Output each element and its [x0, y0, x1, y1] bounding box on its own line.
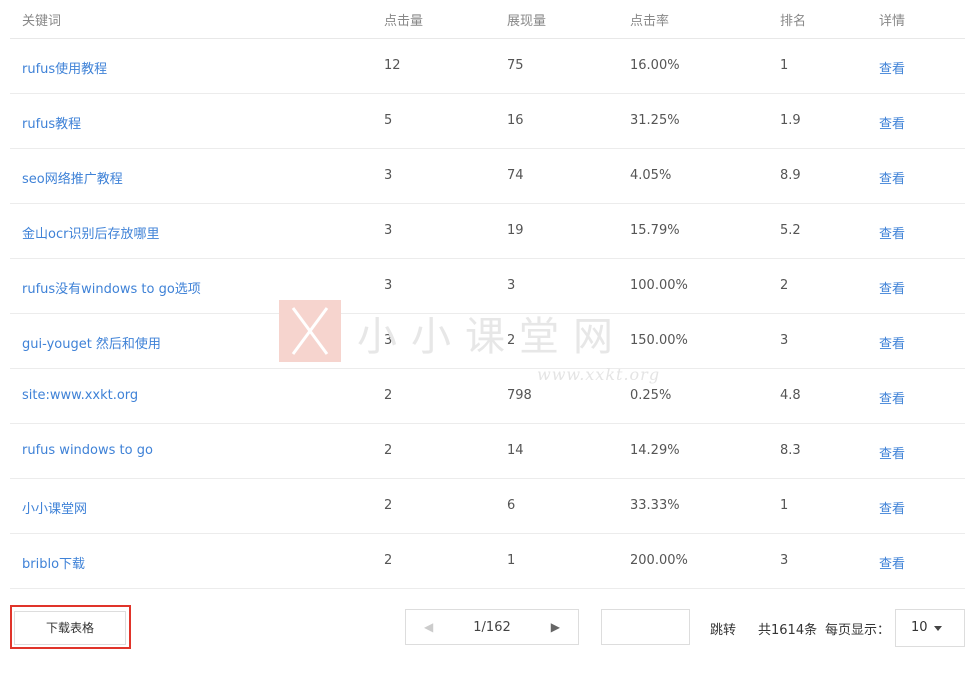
ctr-cell: 200.00% — [630, 553, 688, 568]
rank-cell: 1.9 — [780, 113, 801, 128]
header-detail: 详情 — [879, 14, 906, 29]
ctr-cell: 0.25% — [630, 388, 672, 403]
rank-cell: 8.9 — [780, 168, 801, 183]
impressions-cell: 798 — [507, 388, 532, 403]
keyword-link[interactable]: 金山ocr识别后存放哪里 — [22, 223, 159, 242]
detail-link[interactable]: 查看 — [879, 223, 905, 242]
table-row: rufus使用教程 12 75 16.00% 1 查看 — [10, 39, 965, 94]
detail-link[interactable]: 查看 — [879, 498, 905, 517]
clicks-cell: 3 — [384, 168, 393, 183]
table-row: rufus没有windows to go选项 3 3 100.00% 2 查看 — [10, 259, 965, 314]
impressions-cell: 1 — [507, 553, 516, 568]
header-impressions: 展现量 — [507, 14, 547, 29]
table-row: rufus教程 5 16 31.25% 1.9 查看 — [10, 94, 965, 149]
clicks-cell: 2 — [384, 443, 393, 458]
rank-cell: 1 — [780, 58, 789, 73]
impressions-cell: 14 — [507, 443, 524, 458]
clicks-cell: 2 — [384, 388, 393, 403]
clicks-cell: 2 — [384, 553, 393, 568]
rank-cell: 1 — [780, 498, 789, 513]
impressions-cell: 74 — [507, 168, 524, 183]
impressions-cell: 3 — [507, 278, 516, 293]
detail-link[interactable]: 查看 — [879, 58, 905, 77]
ctr-cell: 33.33% — [630, 498, 680, 513]
table-row: 小小课堂网 2 6 33.33% 1 查看 — [10, 479, 965, 534]
keyword-link[interactable]: gui-youget 然后和使用 — [22, 333, 161, 352]
ctr-cell: 100.00% — [630, 278, 688, 293]
rank-cell: 8.3 — [780, 443, 801, 458]
header-ctr: 点击率 — [630, 14, 670, 29]
keyword-link[interactable]: rufus教程 — [22, 113, 81, 132]
clicks-cell: 5 — [384, 113, 393, 128]
table-footer: 下载表格 ◀ 1/162 ▶ 跳转 共1614条 每页显示： 10 — [0, 600, 975, 660]
download-table-button[interactable]: 下载表格 — [14, 611, 126, 645]
keyword-link[interactable]: rufus使用教程 — [22, 58, 107, 77]
jump-page-input[interactable] — [601, 609, 690, 645]
table-row: seo网络推广教程 3 74 4.05% 8.9 查看 — [10, 149, 965, 204]
keyword-link[interactable]: rufus没有windows to go选项 — [22, 278, 201, 297]
impressions-cell: 2 — [507, 333, 516, 348]
per-page-label: 每页显示： — [825, 623, 891, 638]
keyword-link[interactable]: site:www.xxkt.org — [22, 388, 138, 403]
per-page-select[interactable]: 10 — [895, 609, 965, 647]
detail-link[interactable]: 查看 — [879, 113, 905, 132]
table-row: briblo下载 2 1 200.00% 3 查看 — [10, 534, 965, 589]
caret-down-icon — [934, 626, 942, 631]
keyword-link[interactable]: seo网络推广教程 — [22, 168, 123, 187]
detail-link[interactable]: 查看 — [879, 278, 905, 297]
per-page-value: 10 — [911, 620, 928, 635]
keyword-link[interactable]: 小小课堂网 — [22, 498, 87, 517]
header-rank: 排名 — [780, 14, 807, 29]
rank-cell: 5.2 — [780, 223, 801, 238]
ctr-cell: 14.29% — [630, 443, 680, 458]
table-header: 关键词 点击量 展现量 点击率 排名 详情 — [10, 0, 965, 39]
clicks-cell: 3 — [384, 333, 393, 348]
detail-link[interactable]: 查看 — [879, 333, 905, 352]
ctr-cell: 15.79% — [630, 223, 680, 238]
detail-link[interactable]: 查看 — [879, 553, 905, 572]
table-row: gui-youget 然后和使用 3 2 150.00% 3 查看 — [10, 314, 965, 369]
detail-link[interactable]: 查看 — [879, 388, 905, 407]
header-keyword: 关键词 — [22, 14, 62, 29]
clicks-cell: 2 — [384, 498, 393, 513]
impressions-cell: 75 — [507, 58, 524, 73]
table-row: 金山ocr识别后存放哪里 3 19 15.79% 5.2 查看 — [10, 204, 965, 259]
keyword-link[interactable]: briblo下载 — [22, 553, 85, 572]
keyword-link[interactable]: rufus windows to go — [22, 443, 153, 458]
total-count: 共1614条 — [758, 623, 818, 638]
pagination: ◀ 1/162 ▶ — [405, 609, 579, 645]
keyword-table: 关键词 点击量 展现量 点击率 排名 详情 rufus使用教程 12 75 16… — [10, 0, 965, 589]
clicks-cell: 3 — [384, 223, 393, 238]
rank-cell: 3 — [780, 333, 789, 348]
detail-link[interactable]: 查看 — [879, 168, 905, 187]
rank-cell: 4.8 — [780, 388, 801, 403]
impressions-cell: 6 — [507, 498, 516, 513]
ctr-cell: 150.00% — [630, 333, 688, 348]
jump-button[interactable]: 跳转 — [710, 619, 736, 638]
chevron-right-icon[interactable]: ▶ — [551, 620, 560, 634]
clicks-cell: 3 — [384, 278, 393, 293]
clicks-cell: 12 — [384, 58, 401, 73]
ctr-cell: 31.25% — [630, 113, 680, 128]
ctr-cell: 16.00% — [630, 58, 680, 73]
rank-cell: 3 — [780, 553, 789, 568]
table-row: rufus windows to go 2 14 14.29% 8.3 查看 — [10, 424, 965, 479]
impressions-cell: 19 — [507, 223, 524, 238]
rank-cell: 2 — [780, 278, 789, 293]
header-clicks: 点击量 — [384, 14, 424, 29]
ctr-cell: 4.05% — [630, 168, 672, 183]
impressions-cell: 16 — [507, 113, 524, 128]
detail-link[interactable]: 查看 — [879, 443, 905, 462]
table-row: site:www.xxkt.org 2 798 0.25% 4.8 查看 — [10, 369, 965, 424]
